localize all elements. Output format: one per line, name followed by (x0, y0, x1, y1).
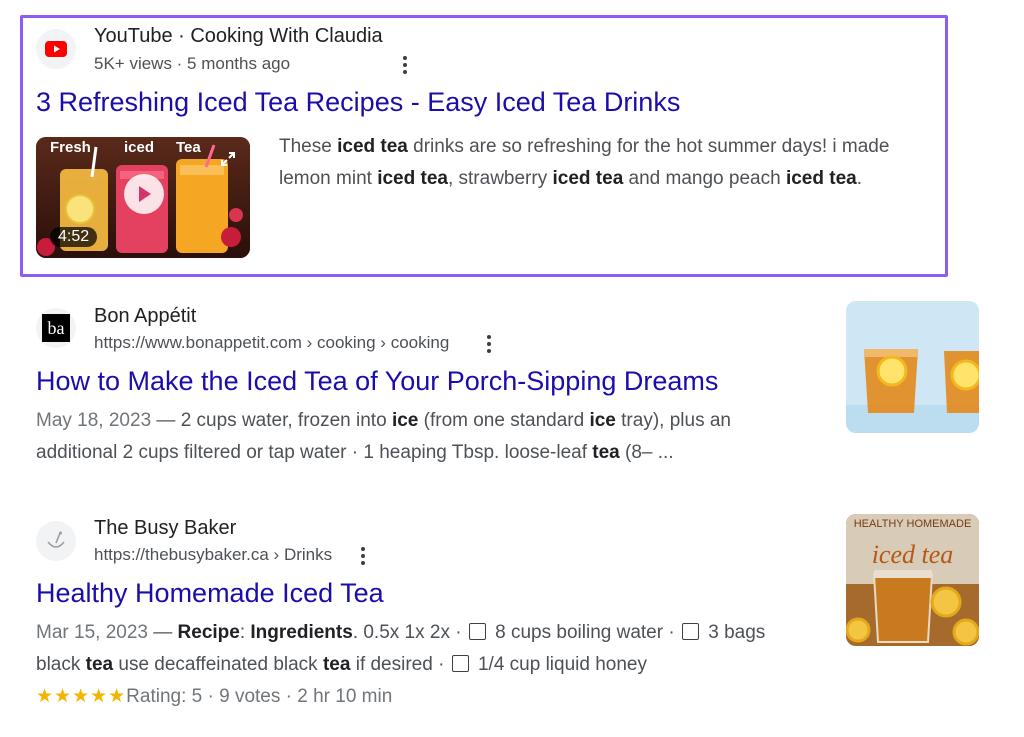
checkbox-icon (451, 655, 469, 672)
result-2-title-link[interactable]: How to Make the Iced Tea of Your Porch-S… (36, 366, 718, 397)
snippet-text: drinks are so refreshing for the hot sum… (407, 136, 890, 157)
result-1-site-name[interactable]: YouTube · Cooking With Claudia (94, 25, 383, 48)
snippet-highlight: tea (592, 442, 620, 463)
snippet-text: These (279, 136, 338, 157)
result-1-snippet-line-2: lemon mint iced tea, strawberry iced tea… (279, 163, 862, 195)
result-3-site-name[interactable]: The Busy Baker (94, 517, 236, 540)
snippet-highlight: iced tea (377, 168, 448, 189)
result-3-title-link[interactable]: Healthy Homemade Iced Tea (36, 578, 384, 609)
snippet-text: 3 bags (702, 622, 766, 643)
result-3-more-options-icon[interactable] (353, 544, 373, 568)
rating-text: Rating: 5 · 9 votes · 2 hr 10 min (126, 686, 393, 707)
play-button[interactable] (124, 174, 164, 214)
snippet-text: additional 2 cups filtered or tap water … (36, 442, 593, 463)
result-3-url[interactable]: https://thebusybaker.ca › Drinks (94, 545, 332, 565)
result-3-date: Mar 15, 2023 (36, 622, 148, 643)
result-3-thumbnail[interactable]: HEALTHY HOMEMADE iced tea (846, 514, 979, 646)
result-3-rating-row: ★★★★★Rating: 5 · 9 votes · 2 hr 10 min (36, 681, 392, 713)
play-icon (139, 186, 151, 202)
snippet-text: lemon mint (279, 168, 378, 189)
snippet-text: and mango peach (623, 168, 786, 189)
snippet-text: use decaffeinated black (113, 654, 323, 675)
snippet-text: : (239, 622, 251, 643)
snippet-highlight: Recipe (177, 622, 240, 643)
result-3-snippet-text-1: — Recipe: Ingredients. 0.5x 1x 2x · 8 cu… (148, 622, 765, 643)
snippet-text: tray), plus an (615, 410, 731, 431)
thumbnail-caption-2: iced tea (871, 540, 954, 569)
snippet-highlight: tea (322, 654, 351, 675)
snippet-text: . 0.5x 1x 2x · (352, 622, 467, 643)
result-2-snippet-line-1: May 18, 2023 — 2 cups water, frozen into… (36, 405, 731, 437)
snippet-highlight: iced tea (552, 168, 624, 189)
homemade-iced-tea-image (846, 514, 979, 646)
expand-icon[interactable] (220, 151, 236, 167)
snippet-text: — (147, 622, 178, 643)
snippet-highlight: Ingredients (250, 622, 353, 643)
result-1-meta: 5K+ views · 5 months ago (94, 54, 291, 73)
thumbnail-word-tea: Tea (176, 139, 201, 156)
result-2-url[interactable]: https://www.bonappetit.com › cooking › c… (94, 333, 449, 353)
busybaker-favicon[interactable] (36, 521, 76, 561)
thumbnail-caption-1: HEALTHY HOMEMADE (853, 518, 972, 530)
snippet-text: 8 cups boiling water · (489, 622, 680, 643)
checkbox-icon (681, 623, 699, 640)
result-3-snippet-line-1: Mar 15, 2023 — Recipe: Ingredients. 0.5x… (36, 617, 765, 649)
youtube-favicon[interactable] (36, 29, 76, 69)
snippet-text: 1/4 cup liquid honey (472, 654, 647, 675)
thumbnail-word-fresh: Fresh (50, 139, 91, 156)
snippet-highlight: ice (589, 410, 616, 431)
result-2-more-options-icon[interactable] (479, 332, 499, 356)
snippet-text: — 2 cups water, frozen into (151, 410, 392, 431)
thumbnail-word-iced: iced (124, 139, 155, 156)
snippet-text: (8– ... (619, 442, 674, 463)
result-2-snippet-line-2: additional 2 cups filtered or tap water … (36, 437, 674, 469)
snippet-highlight: tea (85, 654, 114, 675)
result-2-date: May 18, 2023 (36, 410, 152, 431)
youtube-play-icon (45, 41, 67, 57)
checkbox-icon (468, 623, 486, 640)
snippet-highlight: ice (391, 410, 419, 431)
snippet-text: . (856, 168, 862, 189)
result-1-more-options-icon[interactable] (395, 53, 415, 77)
snippet-text: (from one standard (418, 410, 590, 431)
result-1-snippet-line-1: These iced tea drinks are so refreshing … (279, 131, 889, 163)
snippet-highlight: iced tea (785, 168, 857, 189)
snippet-text: if desired · (350, 654, 450, 675)
result-1-video-thumbnail[interactable]: Fresh iced Tea 4:52 (36, 137, 250, 258)
result-1-title-link[interactable]: 3 Refreshing Iced Tea Recipes - Easy Ice… (36, 87, 680, 118)
rating-stars-icon: ★★★★★ (36, 686, 127, 707)
result-2-thumbnail[interactable] (846, 301, 979, 433)
snippet-text: , strawberry (447, 168, 553, 189)
iced-tea-glasses-image (846, 301, 979, 433)
snippet-highlight: iced tea (337, 136, 408, 157)
result-2-snippet-text-1: — 2 cups water, frozen into ice (from on… (151, 410, 731, 431)
result-3-snippet-line-2: black tea use decaffeinated black tea if… (36, 649, 647, 681)
video-duration-badge: 4:52 (50, 227, 98, 247)
bonappetit-favicon[interactable]: ba (36, 308, 76, 348)
snippet-text: black (36, 654, 86, 675)
bonappetit-logo-icon: ba (42, 314, 70, 342)
whisk-bowl-icon (47, 531, 65, 548)
result-2-site-name[interactable]: Bon Appétit (94, 305, 196, 328)
